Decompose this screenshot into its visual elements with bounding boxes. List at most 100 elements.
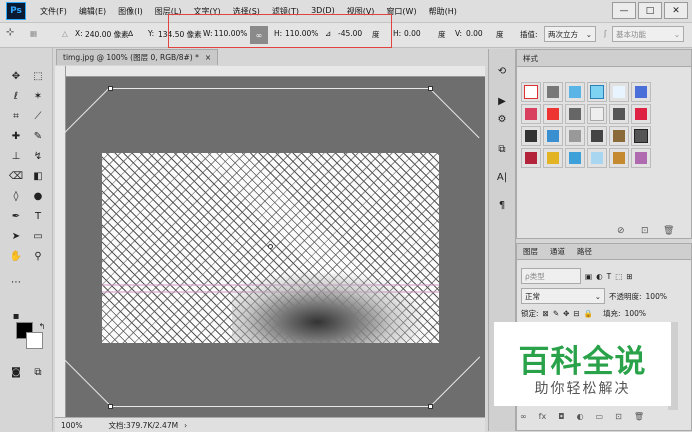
tab-layers[interactable]: 图层 <box>523 246 538 257</box>
transform-handle[interactable] <box>428 86 433 91</box>
menu-image[interactable]: 图像(I) <box>118 6 143 17</box>
transform-handle[interactable] <box>108 86 113 91</box>
eyedropper-icon[interactable]: ⟋ <box>28 106 48 126</box>
vertical-ruler[interactable] <box>55 66 66 417</box>
warp-icon[interactable]: ʃ <box>604 29 607 38</box>
zoom-tool-icon[interactable]: ⚲ <box>28 246 48 266</box>
skew-v-field[interactable]: 0.00 <box>466 29 483 38</box>
lock-artboard-icon[interactable]: ⊟ <box>573 309 579 318</box>
style-swatch[interactable] <box>609 126 629 146</box>
lasso-tool-icon[interactable]: ℓ <box>6 86 26 106</box>
trash-icon[interactable]: 🗑 <box>663 226 674 236</box>
paragraph-panel-icon[interactable]: ¶ <box>493 197 511 213</box>
fill-field[interactable]: 100% <box>625 309 646 318</box>
style-swatch[interactable] <box>609 82 629 102</box>
dodge-tool-icon[interactable]: ● <box>28 186 48 206</box>
layer-kind-select[interactable]: ρ类型 <box>521 268 581 284</box>
styles-panel-title[interactable]: 样式 <box>523 53 538 64</box>
link-layers-icon[interactable]: ∞ <box>520 412 527 421</box>
style-swatch[interactable] <box>587 148 607 168</box>
tab-close-icon[interactable]: × <box>205 53 211 62</box>
actions-play-icon[interactable]: ▶ <box>493 93 511 109</box>
close-button[interactable]: ✕ <box>664 2 688 19</box>
style-swatch[interactable] <box>631 82 651 102</box>
style-swatch[interactable] <box>521 104 541 124</box>
style-swatch[interactable] <box>609 148 629 168</box>
style-swatch[interactable] <box>565 104 585 124</box>
style-swatch[interactable] <box>543 148 563 168</box>
zoom-level[interactable]: 100% <box>61 421 82 430</box>
marquee-tool-icon[interactable]: ⬚ <box>28 66 48 86</box>
shape-filter-icon[interactable]: ⬚ <box>615 272 622 281</box>
screen-mode-icon[interactable]: ⧉ <box>28 362 48 382</box>
menu-edit[interactable]: 编辑(E) <box>79 6 106 17</box>
style-swatch[interactable] <box>521 126 541 146</box>
style-swatch[interactable] <box>609 104 629 124</box>
reference-point-icon[interactable]: ▦ <box>30 29 37 38</box>
fx-icon[interactable]: fx <box>539 412 547 421</box>
rectangle-tool-icon[interactable]: ▭ <box>28 226 48 246</box>
path-selection-icon[interactable]: ➤ <box>6 226 26 246</box>
style-swatch[interactable] <box>565 126 585 146</box>
style-swatch[interactable] <box>587 104 607 124</box>
tab-channels[interactable]: 通道 <box>550 246 565 257</box>
transform-center-point[interactable] <box>268 244 273 249</box>
opacity-field[interactable]: 100% <box>646 292 667 301</box>
tab-paths[interactable]: 路径 <box>577 246 592 257</box>
quick-mask-icon[interactable]: ◙ <box>6 362 26 382</box>
style-swatch[interactable] <box>543 104 563 124</box>
horizontal-ruler[interactable] <box>55 66 485 77</box>
healing-brush-icon[interactable]: ✚ <box>6 126 26 146</box>
swap-colors-icon[interactable]: ↰ <box>32 316 52 336</box>
smart-object-filter-icon[interactable]: ⊞ <box>626 272 632 281</box>
document-info[interactable]: 文档:379.7K/2.47M <box>108 420 178 431</box>
interpolation-select[interactable]: 两次立方 ⌄ <box>544 26 596 42</box>
new-group-icon[interactable]: ▭ <box>596 412 604 421</box>
style-swatch[interactable] <box>521 148 541 168</box>
style-swatch[interactable] <box>565 82 585 102</box>
transform-tool-icon[interactable]: ⊹ <box>6 27 14 38</box>
eraser-tool-icon[interactable]: ⌫ <box>6 166 26 186</box>
menu-file[interactable]: 文件(F) <box>40 6 67 17</box>
lock-paint-icon[interactable]: ✎ <box>553 309 559 318</box>
relative-position-icon[interactable]: △ <box>62 29 68 38</box>
properties-panel-icon[interactable]: ⚙ <box>493 111 511 127</box>
default-colors-icon[interactable]: ▪ <box>6 306 26 326</box>
hand-tool-icon[interactable]: ✋ <box>6 246 26 266</box>
style-swatch[interactable] <box>631 148 651 168</box>
gradient-tool-icon[interactable]: ◧ <box>28 166 48 186</box>
transform-handle[interactable] <box>428 404 433 409</box>
lock-pixels-icon[interactable]: ⊠ <box>543 309 549 318</box>
more-tools-icon[interactable]: ⋯ <box>6 272 26 292</box>
clear-style-icon[interactable]: ⊘ <box>617 226 625 236</box>
transform-handle[interactable] <box>108 404 113 409</box>
history-panel-icon[interactable]: ⟲ <box>493 63 511 79</box>
crop-tool-icon[interactable]: ⌗ <box>6 106 26 126</box>
style-swatch[interactable] <box>631 104 651 124</box>
brush-tool-icon[interactable]: ✎ <box>28 126 48 146</box>
style-swatch[interactable] <box>565 148 585 168</box>
new-layer-icon[interactable]: ⊡ <box>615 412 622 421</box>
add-mask-icon[interactable]: ◘ <box>558 412 564 421</box>
adjustment-filter-icon[interactable]: ◐ <box>596 272 603 281</box>
chevron-right-icon[interactable]: › <box>184 421 187 430</box>
lock-position-icon[interactable]: ✥ <box>563 309 569 318</box>
workspace-select[interactable]: 基本功能 ⌄ <box>612 26 684 42</box>
style-swatch[interactable] <box>543 126 563 146</box>
new-style-icon[interactable]: ⊡ <box>641 226 649 236</box>
x-field[interactable]: 240.00 像素 <box>85 29 129 40</box>
delete-layer-icon[interactable]: 🗑 <box>634 412 644 421</box>
clone-source-icon[interactable]: ⧉ <box>493 141 511 157</box>
type-tool-icon[interactable]: T <box>28 206 48 226</box>
type-filter-icon[interactable]: T <box>607 272 612 281</box>
style-swatch[interactable] <box>543 82 563 102</box>
style-swatch[interactable] <box>521 82 541 102</box>
blend-mode-select[interactable]: 正常 ⌄ <box>521 288 605 304</box>
magic-wand-icon[interactable]: ✶ <box>28 86 48 106</box>
style-swatch[interactable] <box>587 126 607 146</box>
history-brush-icon[interactable]: ↯ <box>28 146 48 166</box>
skew-h-field[interactable]: 0.00 <box>404 29 421 38</box>
minimize-button[interactable]: — <box>612 2 636 19</box>
maximize-button[interactable]: □ <box>638 2 662 19</box>
pen-tool-icon[interactable]: ✒ <box>6 206 26 226</box>
